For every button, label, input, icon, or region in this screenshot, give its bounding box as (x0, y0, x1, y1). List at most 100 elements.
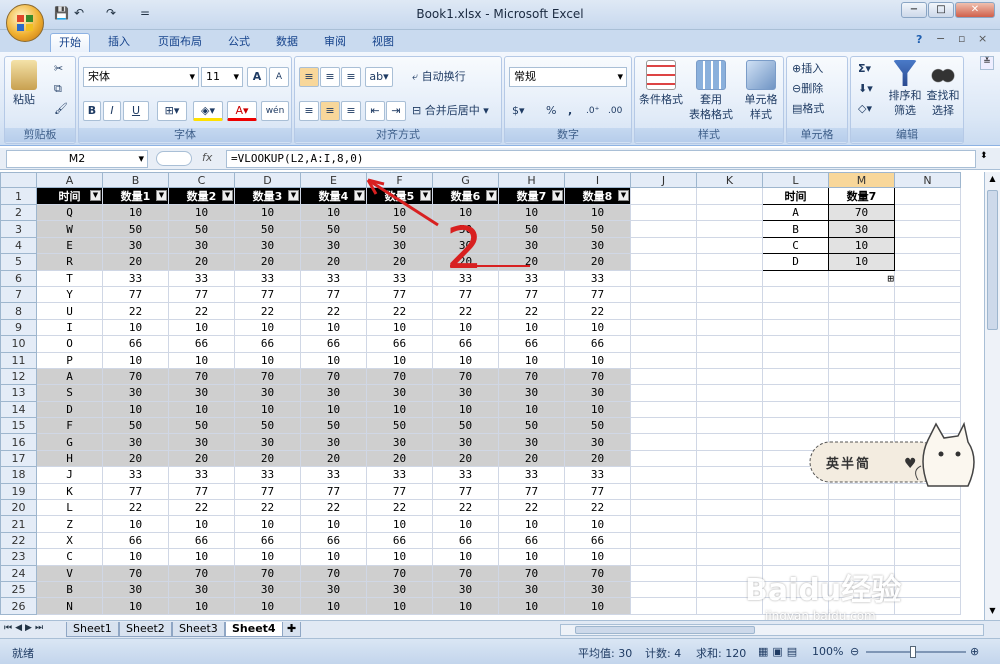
data-cell[interactable]: 50 (234, 417, 301, 435)
data-cell[interactable]: 33 (366, 466, 433, 484)
data-cell[interactable]: 10 (564, 318, 631, 337)
cell[interactable] (828, 548, 895, 566)
data-cell[interactable]: 22 (498, 499, 565, 517)
comma-button[interactable]: , (567, 101, 573, 121)
row-header[interactable]: 15 (0, 417, 37, 435)
data-cell[interactable]: S (36, 384, 103, 402)
data-cell[interactable]: 10 (102, 203, 169, 222)
cell[interactable]: ⊞ (828, 269, 895, 287)
data-cell[interactable]: 30 (300, 384, 367, 402)
data-cell[interactable]: 10 (234, 203, 301, 222)
data-cell[interactable]: 30 (168, 433, 235, 451)
formula-input[interactable]: =VLOOKUP(L2,A:I,8,0) (226, 150, 976, 168)
lookup-key-cell[interactable]: A (762, 203, 829, 222)
data-cell[interactable]: 22 (102, 302, 169, 320)
data-cell[interactable]: 20 (366, 253, 433, 271)
cell[interactable] (630, 187, 697, 205)
cell[interactable] (696, 269, 763, 287)
data-cell[interactable]: 70 (102, 367, 169, 386)
data-cell[interactable]: F (36, 417, 103, 435)
data-cell[interactable]: 70 (300, 564, 367, 582)
filter-dropdown-icon[interactable]: ▼ (288, 190, 299, 201)
lookup-header-cell[interactable]: 时间 (762, 187, 829, 205)
data-cell[interactable]: B (36, 580, 103, 599)
data-cell[interactable]: 66 (300, 335, 367, 353)
decrease-decimal-icon[interactable]: .00 (607, 101, 623, 121)
data-cell[interactable]: 50 (102, 417, 169, 435)
cell[interactable] (828, 400, 895, 419)
data-cell[interactable]: 30 (300, 236, 367, 255)
cell[interactable] (762, 269, 829, 287)
data-cell[interactable]: 22 (432, 499, 499, 517)
align-bottom-icon[interactable]: ≡ (341, 67, 361, 87)
data-cell[interactable]: 30 (366, 236, 433, 255)
fill-icon[interactable]: ⬇▾ (857, 79, 874, 99)
data-cell[interactable]: 30 (168, 580, 235, 599)
data-cell[interactable]: 33 (498, 466, 565, 484)
cell[interactable] (630, 597, 697, 615)
data-cell[interactable]: 50 (432, 220, 499, 238)
borders-button[interactable]: ⊞▾ (157, 101, 187, 121)
data-cell[interactable]: 30 (564, 433, 631, 451)
row-header[interactable]: 7 (0, 285, 37, 304)
data-cell[interactable]: E (36, 236, 103, 255)
filter-dropdown-icon[interactable]: ▼ (90, 190, 101, 201)
header-cell[interactable]: 数量3 ▼ (234, 187, 301, 205)
zoom-out-icon[interactable]: ⊖ (850, 645, 859, 658)
cut-icon[interactable]: ✂ (53, 59, 64, 79)
data-cell[interactable]: J (36, 466, 103, 484)
cell[interactable] (762, 515, 829, 533)
cell[interactable] (630, 564, 697, 582)
scroll-thumb[interactable] (987, 190, 998, 330)
cell[interactable] (696, 285, 763, 304)
data-cell[interactable]: 10 (432, 318, 499, 337)
header-cell[interactable]: 数量6 ▼ (432, 187, 499, 205)
cell[interactable] (696, 203, 763, 222)
column-header[interactable]: D (234, 172, 301, 188)
data-cell[interactable]: 10 (300, 515, 367, 533)
data-cell[interactable]: 33 (300, 269, 367, 287)
data-cell[interactable]: 66 (564, 531, 631, 550)
column-header[interactable]: L (762, 172, 829, 188)
data-cell[interactable]: 66 (366, 335, 433, 353)
column-header[interactable]: B (102, 172, 169, 188)
data-cell[interactable]: 30 (300, 433, 367, 451)
minimize-button[interactable]: − (901, 2, 927, 18)
font-color-icon[interactable]: A▾ (227, 101, 257, 121)
data-cell[interactable]: C (36, 548, 103, 566)
cell[interactable] (762, 400, 829, 419)
data-cell[interactable]: 20 (366, 449, 433, 468)
data-cell[interactable]: 10 (102, 318, 169, 337)
data-cell[interactable]: K (36, 482, 103, 501)
cell[interactable] (696, 302, 763, 320)
filter-dropdown-icon[interactable]: ▼ (486, 190, 497, 201)
data-cell[interactable]: 10 (432, 203, 499, 222)
data-cell[interactable]: 30 (234, 236, 301, 255)
data-cell[interactable]: 20 (498, 253, 565, 271)
cell[interactable] (762, 318, 829, 337)
data-cell[interactable]: P (36, 351, 103, 369)
data-cell[interactable]: 77 (102, 482, 169, 501)
data-cell[interactable]: 33 (102, 466, 169, 484)
data-cell[interactable]: 20 (168, 449, 235, 468)
data-cell[interactable]: 30 (102, 236, 169, 255)
data-cell[interactable]: 10 (366, 351, 433, 369)
data-cell[interactable]: 10 (366, 318, 433, 337)
cell[interactable] (696, 384, 763, 402)
data-cell[interactable]: 22 (564, 499, 631, 517)
data-cell[interactable]: 66 (432, 335, 499, 353)
data-cell[interactable]: 70 (498, 367, 565, 386)
cell[interactable] (828, 384, 895, 402)
lookup-header-cell[interactable]: 数量7 (828, 187, 895, 205)
cell[interactable] (894, 269, 961, 287)
data-cell[interactable]: 10 (564, 597, 631, 615)
cell[interactable] (696, 548, 763, 566)
number-format-select[interactable]: 常规 ▾ (509, 67, 627, 87)
align-top-icon[interactable]: ≡ (299, 67, 319, 87)
data-cell[interactable]: 30 (564, 580, 631, 599)
data-cell[interactable]: 10 (564, 203, 631, 222)
data-cell[interactable]: 22 (234, 302, 301, 320)
data-cell[interactable]: 66 (498, 335, 565, 353)
ribbon-minimize-icon[interactable]: − (936, 32, 945, 45)
data-cell[interactable]: 10 (366, 203, 433, 222)
